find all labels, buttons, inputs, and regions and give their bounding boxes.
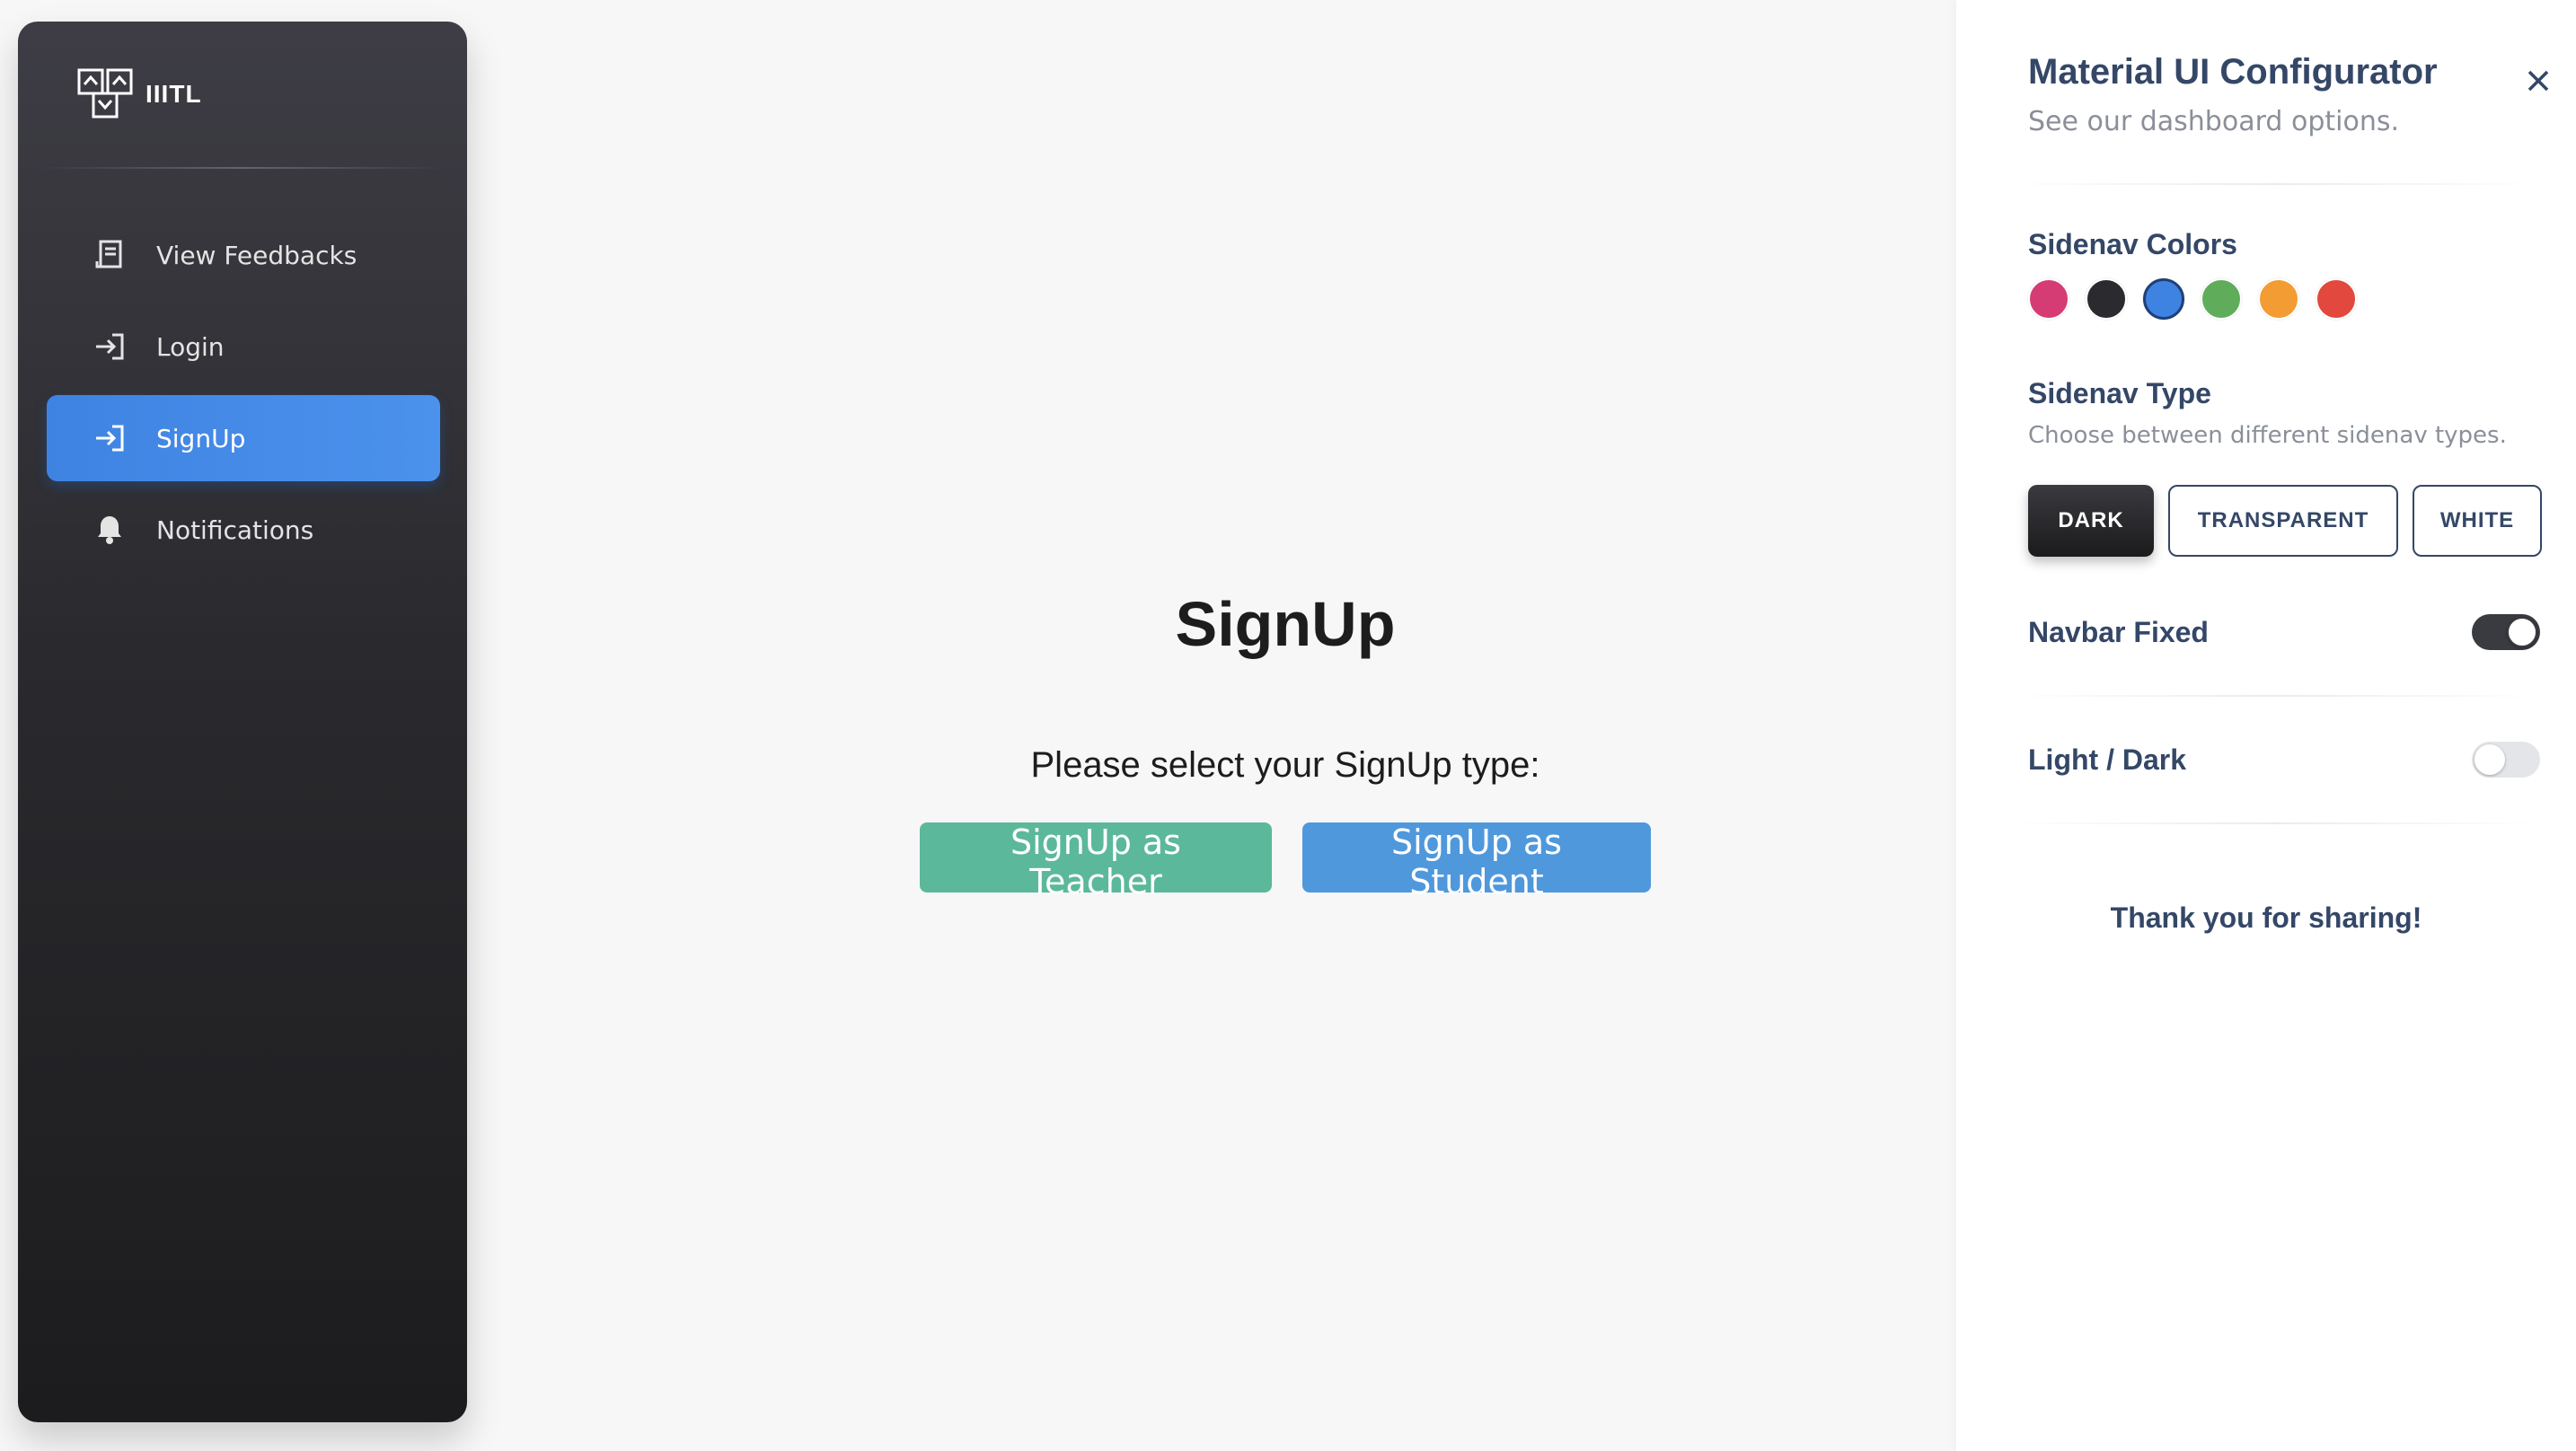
configurator-divider (2010, 822, 2540, 824)
toggle-knob (2507, 617, 2537, 647)
sidebar-item-label: Notifications (156, 514, 314, 545)
sidenav-type-buttons: DARK TRANSPARENT WHITE (2028, 485, 2542, 557)
configurator-title: Material UI Configurator (2028, 52, 2438, 92)
login-icon (93, 422, 126, 454)
sidenav-color-swatches (2028, 278, 2357, 320)
navbar-fixed-row: Navbar Fixed (2028, 614, 2540, 650)
sidebar-item-login[interactable]: Login (47, 303, 440, 390)
brand[interactable]: IIITL (77, 66, 202, 122)
light-dark-toggle[interactable] (2472, 742, 2540, 778)
sidebar-item-label: SignUp (156, 423, 246, 453)
color-swatch-info[interactable] (2143, 278, 2184, 320)
sidenav-list: View Feedbacks Login SignUp Notification… (47, 212, 440, 578)
sidebar-item-label: Login (156, 331, 225, 362)
light-dark-row: Light / Dark (2028, 742, 2540, 778)
sidebar-item-notifications[interactable]: Notifications (47, 487, 440, 573)
close-icon[interactable] (2522, 65, 2554, 97)
signup-student-button[interactable]: SignUp as Student (1302, 822, 1651, 901)
light-dark-label: Light / Dark (2028, 743, 2187, 776)
configurator-divider (2010, 695, 2540, 697)
sidenav-type-description: Choose between different sidenav types. (2028, 422, 2507, 449)
bell-icon (93, 514, 126, 546)
sidebar-item-label: View Feedbacks (156, 240, 357, 270)
brand-name: IIITL (146, 80, 202, 108)
color-swatch-warning[interactable] (2258, 278, 2299, 320)
login-icon (93, 330, 126, 363)
navbar-fixed-toggle[interactable] (2472, 614, 2540, 650)
signup-prompt: Please select your SignUp type: (1030, 745, 1540, 785)
brand-logo-icon (77, 68, 133, 119)
sidenav: IIITL View Feedbacks Login SignUp Notifi… (18, 22, 467, 1422)
configurator-panel: Material UI Configurator See our dashboa… (1956, 0, 2576, 1451)
toggle-knob (2475, 744, 2505, 775)
sidenav-type-transparent-button[interactable]: TRANSPARENT (2168, 485, 2398, 557)
thank-you-message: Thank you for sharing! (2110, 901, 2422, 934)
sidenav-colors-heading: Sidenav Colors (2028, 228, 2237, 260)
color-swatch-error[interactable] (2316, 278, 2357, 320)
sidenav-type-white-button[interactable]: WHITE (2413, 485, 2542, 557)
sidenav-divider (40, 167, 446, 169)
page-title: SignUp (1175, 589, 1396, 659)
configurator-subtitle: See our dashboard options. (2028, 106, 2399, 137)
color-swatch-success[interactable] (2201, 278, 2242, 320)
navbar-fixed-label: Navbar Fixed (2028, 615, 2209, 648)
signup-button-row: SignUp as Teacher SignUp as Student (808, 822, 1762, 901)
sidebar-item-view-feedbacks[interactable]: View Feedbacks (47, 212, 440, 298)
color-swatch-primary[interactable] (2028, 278, 2069, 320)
configurator-divider (2010, 183, 2540, 185)
signup-teacher-button[interactable]: SignUp as Teacher (920, 822, 1272, 901)
sidebar-item-signup[interactable]: SignUp (47, 395, 440, 481)
signup-panel: SignUp Please select your SignUp type: S… (808, 575, 1762, 901)
sidenav-type-dark-button[interactable]: DARK (2028, 485, 2154, 557)
receipt-icon (93, 239, 126, 271)
sidenav-type-heading: Sidenav Type (2028, 377, 2211, 409)
color-swatch-dark[interactable] (2086, 278, 2127, 320)
